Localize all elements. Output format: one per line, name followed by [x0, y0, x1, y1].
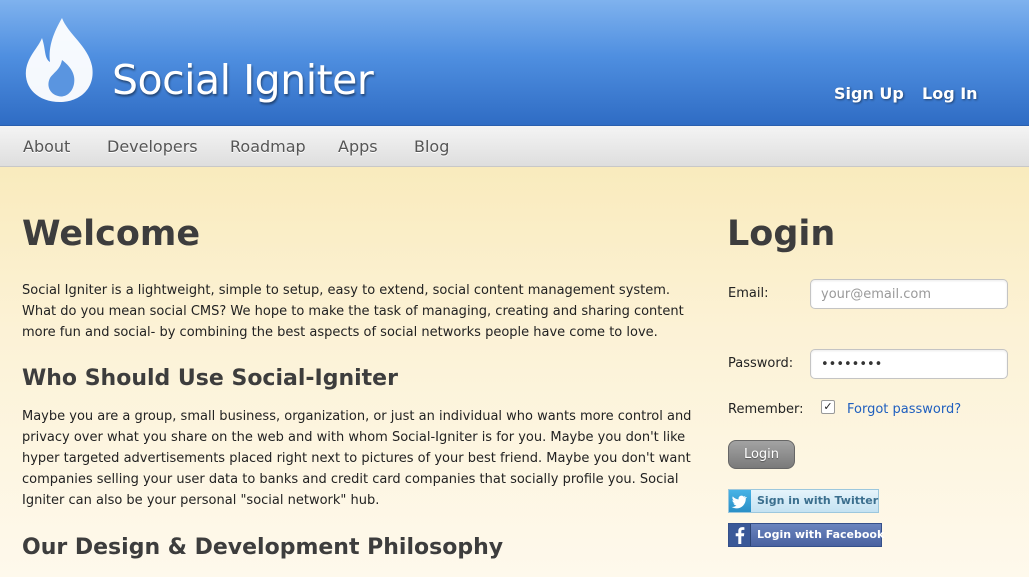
email-label: Email: [728, 286, 769, 301]
flame-icon[interactable] [22, 16, 96, 104]
twitter-signin-button[interactable]: Sign in with Twitter [728, 489, 879, 513]
site-header: Social Igniter Sign Up Log In [0, 0, 1029, 126]
nav-item-blog[interactable]: Blog [414, 137, 449, 156]
nav-item-roadmap[interactable]: Roadmap [230, 137, 306, 156]
sign-up-link[interactable]: Sign Up [834, 84, 904, 103]
who-paragraph: Maybe you are a group, small business, o… [22, 409, 692, 508]
nav-item-apps[interactable]: Apps [338, 137, 378, 156]
email-field[interactable] [810, 279, 1008, 309]
remember-label: Remember: [728, 402, 804, 417]
section-heading-philosophy: Our Design & Development Philosophy [22, 535, 504, 560]
twitter-signin-label: Sign in with Twitter [757, 494, 879, 507]
password-field[interactable] [810, 349, 1008, 379]
site-name[interactable]: Social Igniter [112, 56, 374, 104]
page-title: Welcome [22, 214, 201, 254]
intro-paragraph: Social Igniter is a lightweight, simple … [22, 283, 684, 340]
login-title: Login [727, 214, 836, 254]
section-heading-who: Who Should Use Social-Igniter [22, 366, 398, 391]
facebook-login-label: Login with Facebook [757, 528, 885, 541]
forgot-password-link[interactable]: Forgot password? [847, 402, 961, 417]
nav-item-developers[interactable]: Developers [107, 137, 198, 156]
remember-checkbox[interactable]: ✓ [821, 400, 835, 414]
log-in-link[interactable]: Log In [922, 84, 978, 103]
facebook-icon [729, 524, 751, 546]
login-button[interactable]: Login [728, 440, 795, 469]
main-nav: About Developers Roadmap Apps Blog [0, 126, 1029, 167]
facebook-login-button[interactable]: Login with Facebook [728, 523, 885, 547]
password-label: Password: [728, 356, 794, 371]
nav-item-about[interactable]: About [23, 137, 70, 156]
twitter-icon [729, 490, 751, 512]
